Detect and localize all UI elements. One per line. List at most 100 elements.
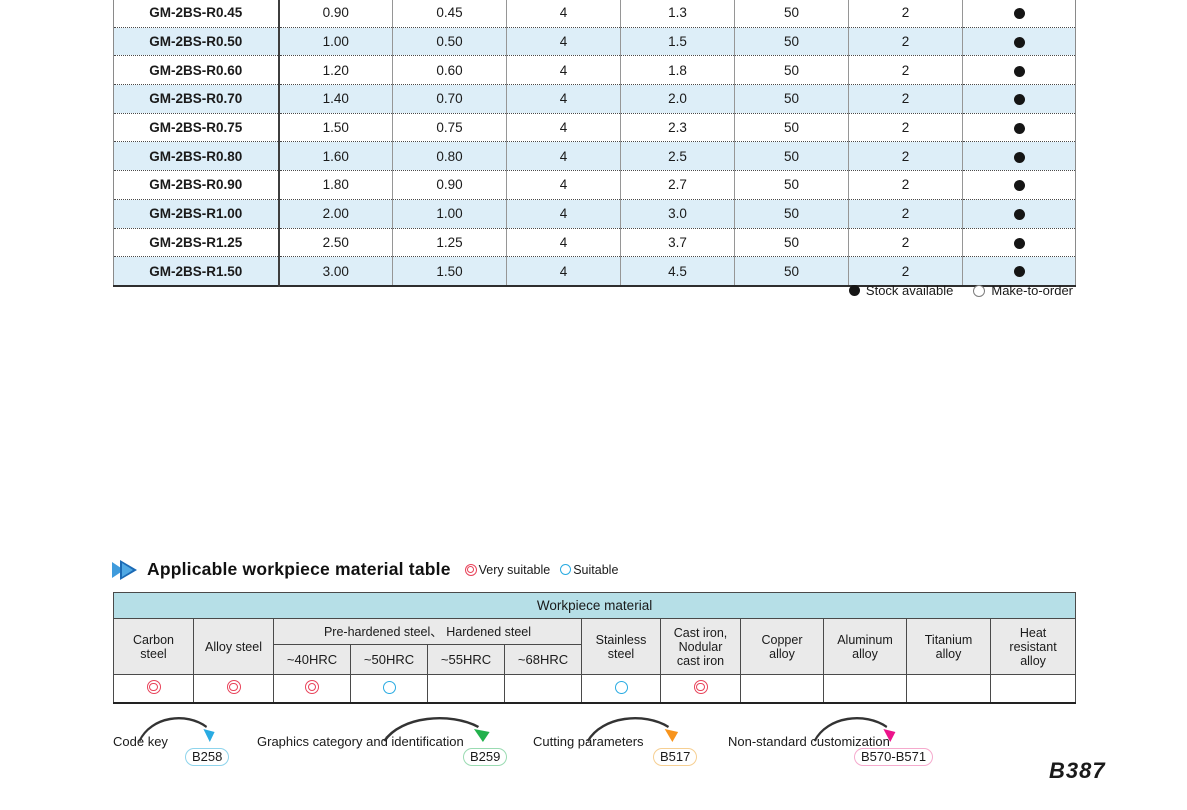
make-to-order-circle-icon (973, 285, 985, 297)
spec-row: GM-2BS-R0.450.900.4541.3502 (114, 0, 1076, 27)
header-copper-alloy: Copper alloy (741, 619, 824, 675)
curved-arrow-icon (137, 712, 217, 744)
value-cell: 4 (507, 199, 621, 228)
value-cell: 0.90 (279, 0, 393, 27)
curved-arrow-icon (585, 712, 681, 744)
double-chevron-icon (111, 560, 139, 580)
availability-cell (963, 228, 1076, 257)
header-titanium-alloy: Titanium alloy (907, 619, 991, 675)
availability-cell (963, 0, 1076, 27)
section-title: Applicable workpiece material table (147, 559, 451, 580)
stock-available-label: Stock available (866, 283, 953, 298)
material-mark-cell (428, 675, 505, 704)
material-mark-cell (824, 675, 907, 704)
value-cell: 2.3 (621, 113, 735, 142)
value-cell: 2 (849, 85, 963, 114)
spec-row: GM-2BS-R0.601.200.6041.8502 (114, 56, 1076, 85)
very-suitable-icon (305, 680, 319, 694)
reference-page-badge[interactable]: B259 (463, 748, 507, 766)
value-cell: 4 (507, 113, 621, 142)
availability-cell (963, 257, 1076, 286)
value-cell: 1.00 (393, 199, 507, 228)
header-40hrc: ~40HRC (274, 645, 351, 675)
reference-page-badge[interactable]: B570-B571 (854, 748, 933, 766)
value-cell: 4 (507, 257, 621, 286)
stock-dot-icon (849, 285, 860, 296)
material-mark-cell (991, 675, 1076, 704)
suitability-legend: Very suitable Suitable (465, 563, 619, 577)
legend-stock-available: Stock available (849, 283, 953, 298)
value-cell: 50 (735, 257, 849, 286)
value-cell: 1.3 (621, 0, 735, 27)
suitable-icon (560, 564, 571, 575)
section-header: Applicable workpiece material table Very… (111, 559, 618, 580)
very-suitable-icon (227, 680, 241, 694)
reference-page-badge[interactable]: B258 (185, 748, 229, 766)
suitable-icon (383, 681, 396, 694)
stock-dot-icon (1014, 37, 1025, 48)
spec-table: GM-2BS-R0.450.900.4541.3502GM-2BS-R0.501… (113, 0, 1075, 287)
header-alloy-steel: Alloy steel (194, 619, 274, 675)
value-cell: 2 (849, 113, 963, 142)
value-cell: 50 (735, 199, 849, 228)
value-cell: 1.8 (621, 56, 735, 85)
value-cell: 4 (507, 171, 621, 200)
stock-dot-icon (1014, 266, 1025, 277)
catalog-page: GM-2BS-R0.450.900.4541.3502GM-2BS-R0.501… (0, 0, 1187, 810)
value-cell: 1.20 (279, 56, 393, 85)
value-cell: 0.50 (393, 27, 507, 56)
value-cell: 2.00 (279, 199, 393, 228)
very-suitable-icon (465, 564, 477, 576)
material-mark-cell (741, 675, 824, 704)
model-cell: GM-2BS-R0.75 (114, 113, 279, 142)
header-carbon-steel: Carbon steel (114, 619, 194, 675)
model-cell: GM-2BS-R1.50 (114, 257, 279, 286)
reference-page-badge[interactable]: B517 (653, 748, 697, 766)
value-cell: 1.25 (393, 228, 507, 257)
model-cell: GM-2BS-R0.70 (114, 85, 279, 114)
value-cell: 2.0 (621, 85, 735, 114)
value-cell: 2.7 (621, 171, 735, 200)
value-cell: 4 (507, 27, 621, 56)
make-to-order-label: Make-to-order (991, 283, 1073, 298)
value-cell: 2.5 (621, 142, 735, 171)
value-cell: 1.50 (279, 113, 393, 142)
value-cell: 50 (735, 113, 849, 142)
spec-row: GM-2BS-R0.501.000.5041.5502 (114, 27, 1076, 56)
spec-row: GM-2BS-R0.701.400.7042.0502 (114, 85, 1076, 114)
material-mark-cell (274, 675, 351, 704)
value-cell: 3.00 (279, 257, 393, 286)
value-cell: 2 (849, 171, 963, 200)
material-mark-cell (351, 675, 428, 704)
availability-cell (963, 142, 1076, 171)
header-55hrc: ~55HRC (428, 645, 505, 675)
value-cell: 3.7 (621, 228, 735, 257)
curved-arrow-icon (812, 712, 898, 744)
material-mark-cell (661, 675, 741, 704)
material-mark-cell (907, 675, 991, 704)
material-mark-cell (194, 675, 274, 704)
very-suitable-icon (694, 680, 708, 694)
legend-very-suitable: Very suitable (465, 563, 551, 577)
value-cell: 3.0 (621, 199, 735, 228)
value-cell: 2.50 (279, 228, 393, 257)
value-cell: 0.45 (393, 0, 507, 27)
value-cell: 2 (849, 142, 963, 171)
value-cell: 1.40 (279, 85, 393, 114)
value-cell: 1.5 (621, 27, 735, 56)
model-cell: GM-2BS-R0.45 (114, 0, 279, 27)
availability-cell (963, 171, 1076, 200)
value-cell: 50 (735, 85, 849, 114)
header-50hrc: ~50HRC (351, 645, 428, 675)
model-cell: GM-2BS-R0.50 (114, 27, 279, 56)
value-cell: 0.75 (393, 113, 507, 142)
spec-row: GM-2BS-R1.252.501.2543.7502 (114, 228, 1076, 257)
value-cell: 4 (507, 228, 621, 257)
value-cell: 50 (735, 228, 849, 257)
value-cell: 1.60 (279, 142, 393, 171)
legend-suitable: Suitable (560, 563, 618, 577)
spec-row: GM-2BS-R1.002.001.0043.0502 (114, 199, 1076, 228)
header-heat-resistant-alloy: Heat resistant alloy (991, 619, 1076, 675)
model-cell: GM-2BS-R0.90 (114, 171, 279, 200)
value-cell: 0.70 (393, 85, 507, 114)
